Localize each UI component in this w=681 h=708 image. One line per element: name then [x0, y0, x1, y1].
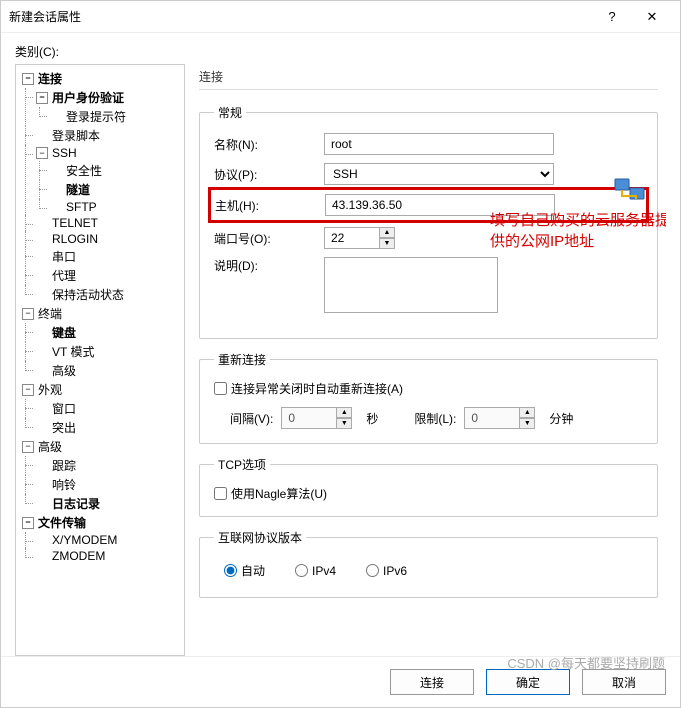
host-label: 主机(H): — [215, 197, 325, 214]
protocol-select[interactable]: SSH — [324, 163, 554, 185]
window-title: 新建会话属性 — [9, 8, 592, 25]
tree-item-advanced-terminal[interactable]: 高级 — [34, 361, 182, 380]
interval-spin-down[interactable]: ▼ — [336, 418, 352, 429]
tree-item-ssh[interactable]: −SSH — [34, 145, 182, 161]
name-label: 名称(N): — [214, 136, 324, 153]
desc-label: 说明(D): — [214, 257, 324, 274]
ip-v4-radio[interactable] — [295, 564, 308, 577]
ok-button[interactable]: 确定 — [486, 669, 570, 695]
interval-input[interactable] — [281, 407, 337, 429]
tcp-group: TCP选项 使用Nagle算法(U) — [199, 456, 658, 517]
tree-item-keepalive[interactable]: 保持活动状态 — [34, 285, 182, 304]
auto-reconnect-label: 连接异常关闭时自动重新连接(A) — [231, 380, 403, 397]
nagle-checkbox[interactable] — [214, 487, 227, 500]
close-button[interactable]: ✕ — [632, 2, 672, 32]
tree-item-security[interactable]: 安全性 — [48, 161, 182, 180]
tree-item-xymodem[interactable]: X/YMODEM — [34, 532, 182, 548]
settings-panel: 连接 常规 名称(N): 协议(P): SSH — [195, 64, 666, 656]
interval-label: 间隔(V): — [230, 410, 273, 427]
minus-icon[interactable]: − — [22, 441, 34, 453]
tree-item-serial[interactable]: 串口 — [34, 247, 182, 266]
ip-v6-radio[interactable] — [366, 564, 379, 577]
category-label: 类别(C): — [15, 43, 666, 60]
dialog-window: 新建会话属性 ? ✕ 类别(C): −连接 −用户身份验证 登录 — [0, 0, 681, 708]
interval-unit: 秒 — [366, 410, 378, 427]
tree-item-connection[interactable]: −连接 — [20, 69, 182, 88]
tree-item-appearance[interactable]: −外观 — [20, 380, 182, 399]
tree-item-zmodem[interactable]: ZMODEM — [34, 548, 182, 564]
ipversion-legend: 互联网协议版本 — [214, 529, 306, 546]
limit-spin-up[interactable]: ▲ — [519, 407, 535, 418]
port-spin-down[interactable]: ▼ — [379, 238, 395, 249]
cancel-button[interactable]: 取消 — [582, 669, 666, 695]
tree-item-sftp[interactable]: SFTP — [48, 199, 182, 215]
tree-item-keyboard[interactable]: 键盘 — [34, 323, 182, 342]
tree-item-advanced[interactable]: −高级 — [20, 437, 182, 456]
minus-icon[interactable]: − — [22, 384, 34, 396]
limit-unit: 分钟 — [549, 410, 573, 427]
tree-item-auth[interactable]: −用户身份验证 — [34, 88, 182, 107]
limit-label: 限制(L): — [414, 410, 456, 427]
tree-item-vtmode[interactable]: VT 模式 — [34, 342, 182, 361]
reconnect-group: 重新连接 连接异常关闭时自动重新连接(A) 间隔(V): ▲ ▼ — [199, 351, 658, 444]
name-input[interactable] — [324, 133, 554, 155]
desc-textarea[interactable] — [324, 257, 498, 313]
ip-auto-option[interactable]: 自动 — [224, 562, 265, 579]
tree-item-rlogin[interactable]: RLOGIN — [34, 231, 182, 247]
watermark: CSDN @每天都要坚持刷题 — [507, 653, 665, 672]
content-area: 类别(C): −连接 −用户身份验证 登录提示符 — [1, 33, 680, 656]
port-spin-up[interactable]: ▲ — [379, 227, 395, 238]
tree-item-bell[interactable]: 响铃 — [34, 475, 182, 494]
category-tree[interactable]: −连接 −用户身份验证 登录提示符 登录脚本 − — [15, 64, 185, 656]
tree-item-terminal[interactable]: −终端 — [20, 304, 182, 323]
auto-reconnect-checkbox[interactable] — [214, 382, 227, 395]
tree-item-proxy[interactable]: 代理 — [34, 266, 182, 285]
tree-item-window[interactable]: 窗口 — [34, 399, 182, 418]
reconnect-legend: 重新连接 — [214, 351, 270, 368]
ip-v4-option[interactable]: IPv4 — [295, 564, 336, 578]
limit-spin-down[interactable]: ▼ — [519, 418, 535, 429]
help-button[interactable]: ? — [592, 2, 632, 32]
connect-button[interactable]: 连接 — [390, 669, 474, 695]
tree-item-telnet[interactable]: TELNET — [34, 215, 182, 231]
ipversion-group: 互联网协议版本 自动 IPv4 IPv6 — [199, 529, 658, 598]
ip-v6-option[interactable]: IPv6 — [366, 564, 407, 578]
minus-icon[interactable]: − — [22, 308, 34, 320]
ip-auto-radio[interactable] — [224, 564, 237, 577]
interval-spin-up[interactable]: ▲ — [336, 407, 352, 418]
protocol-label: 协议(P): — [214, 166, 324, 183]
tcp-legend: TCP选项 — [214, 456, 270, 473]
main-area: −连接 −用户身份验证 登录提示符 登录脚本 − — [15, 64, 666, 656]
minus-icon[interactable]: − — [22, 517, 34, 529]
titlebar: 新建会话属性 ? ✕ — [1, 1, 680, 33]
limit-input[interactable] — [464, 407, 520, 429]
minus-icon[interactable]: − — [22, 73, 34, 85]
nagle-label: 使用Nagle算法(U) — [231, 485, 327, 502]
port-label: 端口号(O): — [214, 230, 324, 247]
minus-icon[interactable]: − — [36, 147, 48, 159]
tree-item-trace[interactable]: 跟踪 — [34, 456, 182, 475]
tree-item-tunnel[interactable]: 隧道 — [48, 180, 182, 199]
minus-icon[interactable]: − — [36, 92, 48, 104]
general-legend: 常规 — [214, 104, 246, 121]
tree-item-highlight[interactable]: 突出 — [34, 418, 182, 437]
tree-item-login-prompt[interactable]: 登录提示符 — [48, 107, 182, 126]
annotation-text: 填写自己购买的云服务器提供的公网IP地址 — [490, 210, 666, 252]
panel-title: 连接 — [199, 68, 658, 90]
port-input[interactable] — [324, 227, 380, 249]
tree-item-login-script[interactable]: 登录脚本 — [34, 126, 182, 145]
tree-item-filetransfer[interactable]: −文件传输 — [20, 513, 182, 532]
tree-item-logging[interactable]: 日志记录 — [34, 494, 182, 513]
network-icon — [614, 176, 646, 204]
